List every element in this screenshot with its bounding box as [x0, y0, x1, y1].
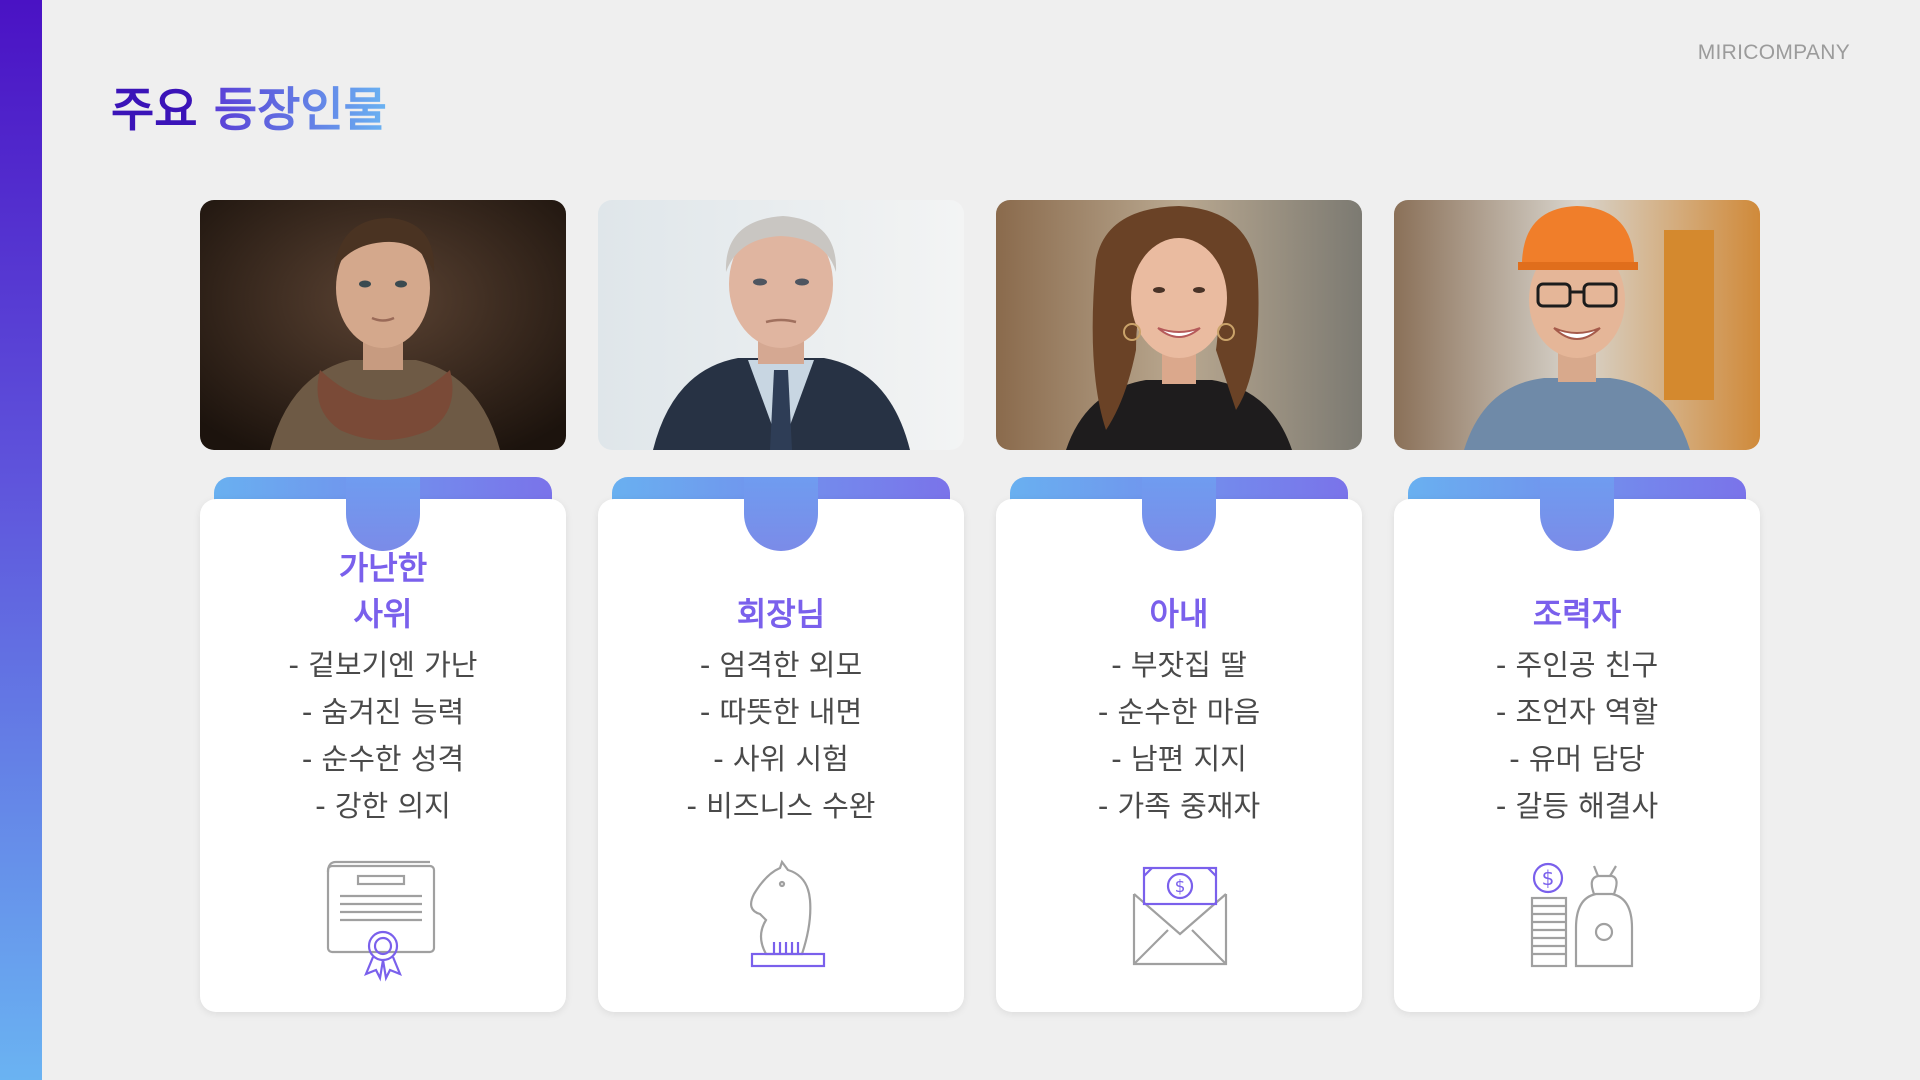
- trait-item: - 남편 지지: [1111, 742, 1247, 776]
- trait-item: - 숨겨진 능력: [301, 695, 465, 729]
- character-card: 가난한 사위 - 겉보기엔 가난 - 숨겨진 능력 - 순수한 성격 - 강한 …: [200, 200, 566, 1012]
- trait-list: - 부잣집 딸 - 순수한 마음 - 남편 지지 - 가족 중재자: [996, 642, 1362, 830]
- svg-text:$: $: [1175, 877, 1186, 897]
- card-notch: [744, 477, 818, 551]
- brand-label: MIRICOMPANY: [1697, 41, 1850, 64]
- character-role: 가난한 사위: [338, 549, 428, 633]
- character-card: 조력자 - 주인공 친구 - 조언자 역할 - 유머 담당 - 갈등 해결사 $: [1394, 200, 1760, 1012]
- money-envelope-icon: $: [1114, 854, 1244, 984]
- coins-moneybag-icon: $: [1512, 854, 1642, 984]
- trait-item: - 순수한 성격: [301, 742, 465, 776]
- chess-knight-icon: [716, 854, 846, 984]
- card-notch: [1142, 477, 1216, 551]
- card-notch: [1540, 477, 1614, 551]
- trait-item: - 부잣집 딸: [1111, 648, 1247, 682]
- trait-item: - 따뜻한 내면: [699, 695, 863, 729]
- page-title: 주요 등장인물: [111, 78, 387, 144]
- character-photo: [200, 200, 566, 450]
- trait-item: - 주인공 친구: [1495, 648, 1659, 682]
- trait-list: - 겉보기엔 가난 - 숨겨진 능력 - 순수한 성격 - 강한 의지: [200, 642, 566, 830]
- trait-item: - 사위 시험: [713, 742, 849, 776]
- certificate-icon: [318, 854, 448, 984]
- trait-item: - 조언자 역할: [1495, 695, 1659, 729]
- trait-item: - 순수한 마음: [1097, 695, 1261, 729]
- character-role: 회장님: [736, 595, 826, 633]
- character-card: 회장님 - 엄격한 외모 - 따뜻한 내면 - 사위 시험 - 비즈니스 수완: [598, 200, 964, 1012]
- character-card: 아내 - 부잣집 딸 - 순수한 마음 - 남편 지지 - 가족 중재자 $: [996, 200, 1362, 1012]
- page-title-part2: 등장인물: [213, 83, 387, 138]
- trait-item: - 엄격한 외모: [699, 648, 863, 682]
- character-photo: [996, 200, 1362, 450]
- card-notch: [346, 477, 420, 551]
- accent-side-bar: [0, 0, 42, 1080]
- trait-item: - 갈등 해결사: [1495, 789, 1659, 823]
- character-role: 조력자: [1532, 595, 1622, 633]
- character-photo: [598, 200, 964, 450]
- trait-item: - 비즈니스 수완: [686, 789, 876, 823]
- trait-item: - 유머 담당: [1509, 742, 1645, 776]
- trait-list: - 엄격한 외모 - 따뜻한 내면 - 사위 시험 - 비즈니스 수완: [598, 642, 964, 830]
- svg-text:$: $: [1542, 866, 1555, 890]
- character-role: 아내: [1149, 595, 1209, 633]
- character-photo: [1394, 200, 1760, 450]
- character-cards: 가난한 사위 - 겉보기엔 가난 - 숨겨진 능력 - 순수한 성격 - 강한 …: [200, 200, 1762, 1012]
- trait-item: - 가족 중재자: [1097, 789, 1261, 823]
- trait-item: - 강한 의지: [315, 789, 451, 823]
- page-title-part1: 주요: [111, 83, 198, 138]
- trait-item: - 겉보기엔 가난: [288, 648, 478, 682]
- trait-list: - 주인공 친구 - 조언자 역할 - 유머 담당 - 갈등 해결사: [1394, 642, 1760, 830]
